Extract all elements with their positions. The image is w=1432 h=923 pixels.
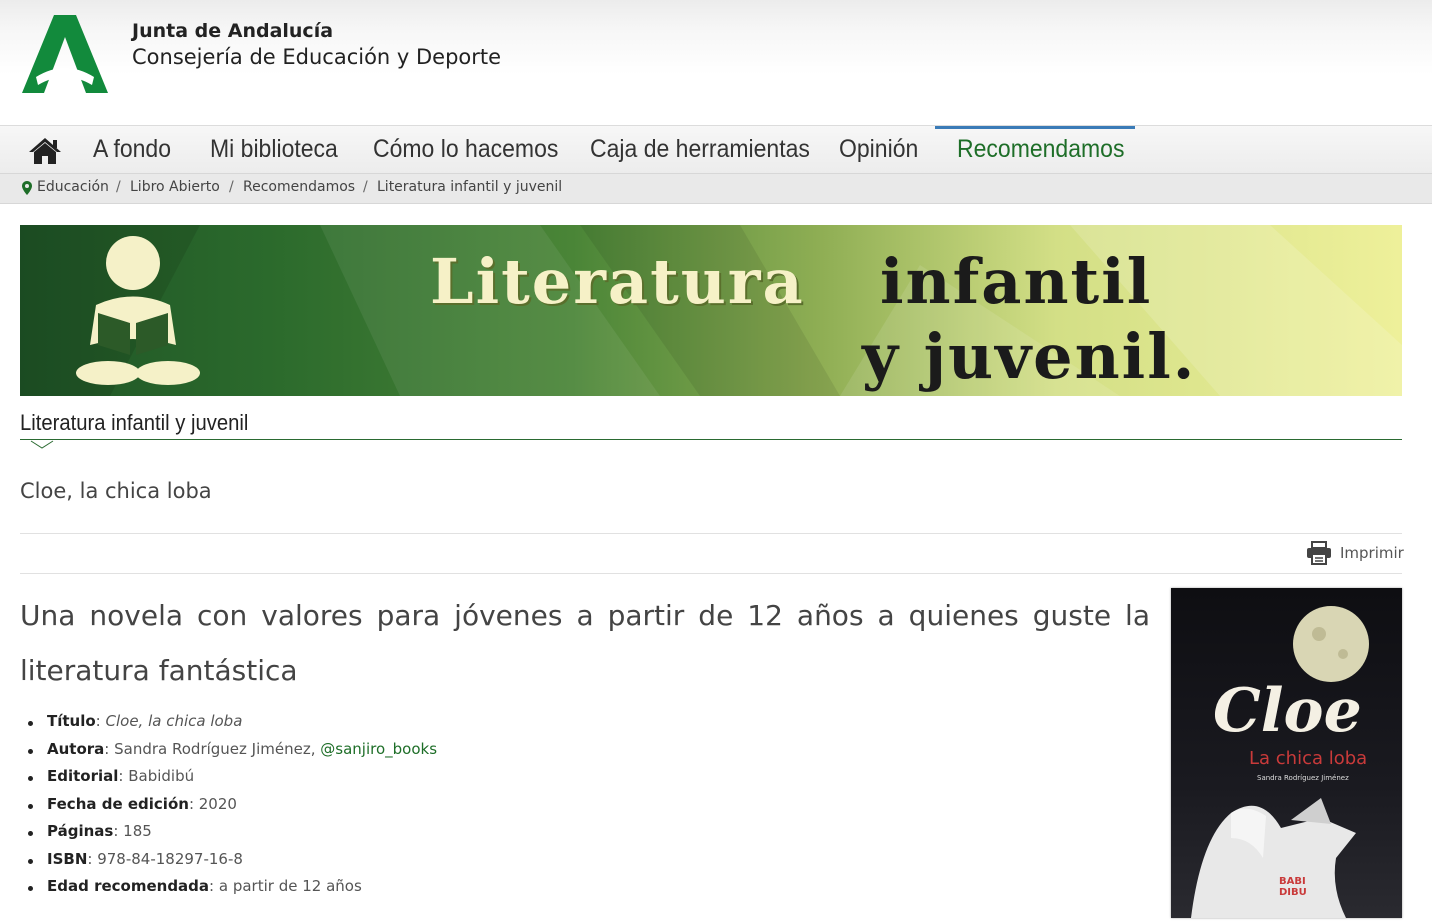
junta-andalucia-logo[interactable] <box>22 15 108 95</box>
breadcrumb-separator: / <box>116 179 121 195</box>
detail-label: Fecha de edición <box>47 794 189 813</box>
cover-subtitle: La chica loba <box>1249 748 1368 769</box>
breadcrumb-item-libro-abierto[interactable]: Libro Abierto <box>130 179 220 195</box>
home-icon[interactable] <box>28 136 62 166</box>
nav-item-opinion[interactable]: Opinión <box>839 135 918 164</box>
detail-value: 185 <box>123 822 152 840</box>
detail-label: Título <box>47 712 96 730</box>
article-headline: Una novela con valores para jóvenes a pa… <box>20 599 1150 687</box>
department-name: Consejería de Educación y Deporte <box>132 45 502 69</box>
cover-author: Sandra Rodríguez Jiménez <box>1257 774 1349 782</box>
detail-value: 2020 <box>198 794 237 813</box>
list-item: Edad recomendada: a partir de 12 años <box>22 877 437 905</box>
nav-item-mi-biblioteca[interactable]: Mi biblioteca <box>210 135 338 164</box>
list-item: Autora: Sandra Rodríguez Jiménez, @sanji… <box>22 740 437 768</box>
org-name: Junta de Andalucía <box>132 20 334 42</box>
list-item: ISBN: 978-84-18297-16-8 <box>22 850 437 878</box>
detail-value: 978-84-18297-16-8 <box>97 849 243 868</box>
author-social-link[interactable]: @sanjiro_books <box>320 740 437 758</box>
print-label: Imprimir <box>1340 544 1404 562</box>
list-item: Fecha de edición: 2020 <box>22 795 437 823</box>
breadcrumb-item-current: Literatura infantil y juvenil <box>377 179 563 195</box>
section-divider <box>20 439 1402 440</box>
breadcrumb: Educación / Libro Abierto / Recomendamos… <box>0 173 1432 204</box>
banner-title-literatura: Literatura <box>430 245 805 318</box>
divider <box>20 573 1402 574</box>
detail-label: Editorial <box>47 767 119 785</box>
breadcrumb-separator: / <box>229 179 234 195</box>
nav-item-recomendamos[interactable]: Recomendamos <box>957 135 1124 164</box>
article-title: Cloe, la chica loba <box>20 479 212 503</box>
section-banner: Literatura infantil y juvenil. <box>20 225 1402 396</box>
detail-value: a partir de 12 años <box>218 877 362 895</box>
list-item: Editorial: Babidibú <box>22 767 437 795</box>
site-header: Junta de Andalucía Consejería de Educaci… <box>0 0 1432 125</box>
nav-item-como-lo-hacemos[interactable]: Cómo lo hacemos <box>373 135 558 164</box>
detail-value: Babidibú <box>128 767 195 785</box>
location-pin-icon <box>22 181 32 195</box>
detail-label: Páginas <box>47 822 114 840</box>
banner-title-juvenil: y juvenil. <box>862 320 1197 393</box>
cover-title: Cloe <box>1213 676 1362 746</box>
print-button[interactable]: Imprimir <box>1306 541 1404 565</box>
detail-label: ISBN <box>47 849 88 868</box>
nav-item-a-fondo[interactable]: A fondo <box>93 135 171 164</box>
breadcrumb-item-educacion[interactable]: Educación <box>37 179 109 195</box>
detail-label: Edad recomendada <box>47 877 210 895</box>
publisher-logo: BABI DIBU <box>1279 876 1307 898</box>
list-item: Páginas: 185 <box>22 822 437 850</box>
detail-value: Sandra Rodríguez Jiménez, <box>114 739 316 758</box>
chevron-down-icon <box>30 440 54 449</box>
book-cover-image[interactable]: Cloe La chica loba Sandra Rodríguez Jimé… <box>1171 588 1402 918</box>
detail-value: Cloe, la chica loba <box>105 712 243 730</box>
nav-item-caja-de-herramientas[interactable]: Caja de herramientas <box>590 135 810 164</box>
breadcrumb-item-recomendamos[interactable]: Recomendamos <box>243 179 355 195</box>
main-nav: A fondo Mi biblioteca Cómo lo hacemos Ca… <box>0 125 1432 174</box>
active-tab-indicator <box>935 126 1135 129</box>
divider <box>20 533 1402 534</box>
detail-label: Autora <box>47 739 105 758</box>
list-item: Título: Cloe, la chica loba <box>22 712 437 740</box>
breadcrumb-separator: / <box>363 179 368 195</box>
printer-icon <box>1307 541 1331 565</box>
banner-title-infantil: infantil <box>880 245 1153 318</box>
section-title: Literatura infantil y juvenil <box>20 410 249 435</box>
book-details-list: Título: Cloe, la chica loba Autora: Sand… <box>22 712 437 905</box>
reader-icon <box>76 236 200 385</box>
